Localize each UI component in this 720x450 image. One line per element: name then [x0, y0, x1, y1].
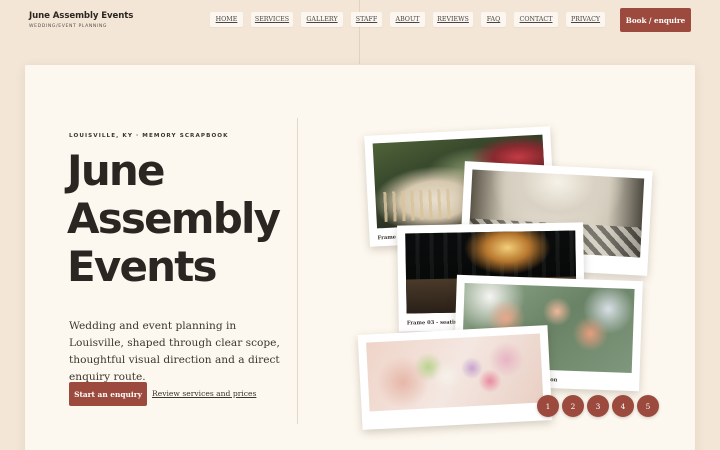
nav-home[interactable]: HOME	[210, 12, 243, 27]
pager-dot-3[interactable]: 3	[587, 395, 609, 417]
hero-title-line: Assembly	[67, 194, 281, 243]
pager-dot-2[interactable]: 2	[562, 395, 584, 417]
header-vertical-rule	[359, 0, 360, 64]
nav-reviews[interactable]: REVIEWS	[433, 12, 473, 27]
pager-dot-4[interactable]: 4	[612, 395, 634, 417]
hero-description: Wedding and event planning in Louisville…	[69, 320, 280, 383]
start-enquiry-button[interactable]: Start an enquiry	[69, 382, 147, 406]
book-enquire-button[interactable]: Book / enquire	[620, 8, 691, 32]
pager-dot-5[interactable]: 5	[637, 395, 659, 417]
gallery-photo-bouquet[interactable]	[357, 325, 553, 430]
pager-dot-1[interactable]: 1	[537, 395, 559, 417]
photo-caption: on	[550, 377, 558, 384]
nav-about[interactable]: ABOUT	[390, 12, 425, 27]
review-services-link[interactable]: Review services and prices	[152, 389, 256, 398]
photo-image	[366, 333, 544, 412]
hero-title-line: Events	[67, 242, 218, 291]
nav-faq[interactable]: FAQ	[481, 12, 506, 27]
brand[interactable]: June Assembly Events WEDDING/EVENT PLANN…	[29, 11, 133, 29]
hero-eyebrow: LOUISVILLE, KY · MEMORY SCRAPBOOK	[69, 133, 229, 139]
nav-gallery[interactable]: GALLERY	[301, 12, 343, 27]
brand-tagline: WEDDING/EVENT PLANNING	[29, 24, 108, 29]
nav-services[interactable]: SERVICES	[251, 12, 293, 27]
hero-title: June Assembly Events	[67, 147, 307, 291]
brand-name[interactable]: June Assembly Events	[29, 11, 133, 21]
nav-privacy[interactable]: PRIVACY	[566, 12, 605, 27]
nav-staff[interactable]: STAFF	[351, 12, 382, 27]
nav-contact[interactable]: CONTACT	[514, 12, 558, 27]
hero-title-line: June	[67, 146, 166, 195]
